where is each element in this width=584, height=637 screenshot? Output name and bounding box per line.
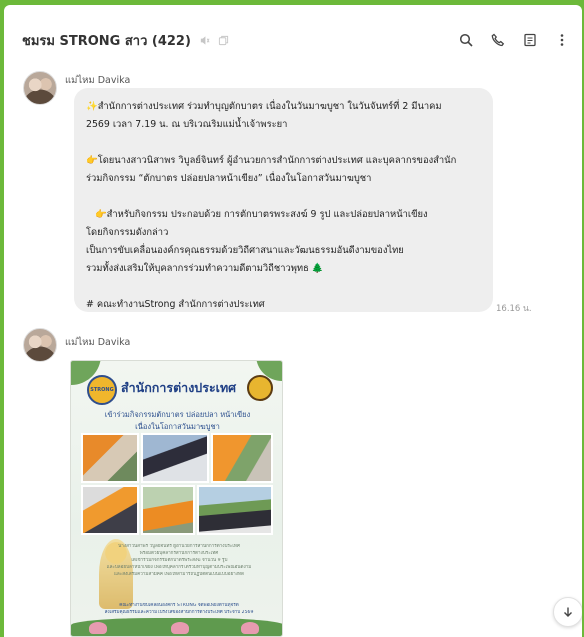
- more-icon[interactable]: [554, 32, 570, 48]
- call-icon[interactable]: [490, 32, 506, 48]
- message-time: 16.16 น.: [496, 304, 532, 314]
- message-line: ร่วมกิจกรรม “ตักบาตร ปล่อยปลาหน้าเขียง” …: [86, 173, 372, 184]
- pointing-hand-icon: 👉: [86, 155, 98, 166]
- message-line: รวมทั้งส่งเสริมให้บุคลากรร่วมทำความดีตาม…: [86, 263, 324, 274]
- search-icon[interactable]: [458, 32, 474, 48]
- avatar[interactable]: [23, 71, 57, 105]
- arrow-down-icon: [564, 607, 572, 617]
- message-line: เป็นการขับเคลื่อนองค์กรคุณธรรมด้วยวิถีศา…: [86, 245, 404, 256]
- message-bubble[interactable]: ✨สำนักการต่างประเทศ ร่วมทำบุญตักบาตร เนื…: [74, 88, 493, 312]
- strong-logo: STRONG: [87, 375, 117, 405]
- chat-window: ชมรม STRONG สาว (422) แม่ไหม Davika ✨สำน…: [4, 5, 582, 637]
- scroll-to-bottom-button[interactable]: [553, 597, 582, 627]
- poster-photo: [211, 433, 273, 483]
- message-line: 👉สำหรับกิจกรรม ประกอบด้วย การตักบาตรพระส…: [94, 209, 428, 220]
- message-line: 👉โดยนางสาวนิสาพร วิบูลย์จินทร์ ผู้อำนวยก…: [86, 155, 457, 166]
- lotus-icon: [171, 622, 189, 634]
- poster-body-line: พร้อมด้วยบุคลากรสำนักการต่างประเทศ: [139, 551, 219, 556]
- poster-photo: [197, 485, 273, 535]
- alms-bowl-icon: [247, 375, 273, 401]
- chat-title: ชมรม STRONG สาว (422): [22, 33, 191, 49]
- message-line: โดยกิจกรรมดังกล่าว: [86, 227, 169, 238]
- poster-body-line: และปล่อยปลาหน้าเขียง เพื่อให้บุคลากรได้ร…: [106, 565, 252, 570]
- poster-photo: [81, 433, 139, 483]
- message-line: # คณะทำงานStrong สำนักการต่างประเทศ: [86, 299, 265, 310]
- lotus-icon: [89, 622, 107, 634]
- chat-header: ชมรม STRONG สาว (422): [4, 5, 582, 75]
- pointing-hand-icon: 👉: [94, 209, 107, 220]
- poster-photo: [141, 485, 195, 535]
- poster-subtitle: เนื่องในโอกาสวันมาฆบูชา: [135, 422, 220, 431]
- avatar[interactable]: [23, 328, 57, 362]
- poster-body-line: และส่งเสริมความสามัคคี เพื่อให้สามารถปฏิ…: [113, 572, 245, 577]
- message-line: 2569 เวลา 7.19 น. ณ บริเวณริมแม่น้ำเจ้าพ…: [86, 119, 288, 130]
- poster-footer-line: ส่งเสริมคุณธรรมและความโปร่งใสของสำนักการ…: [104, 610, 254, 615]
- sparkles-icon: ✨: [86, 101, 98, 112]
- notes-icon[interactable]: [522, 32, 538, 48]
- message-line: ✨สำนักการต่างประเทศ ร่วมทำบุญตักบาตร เนื…: [86, 101, 442, 112]
- copy-link-icon[interactable]: [218, 35, 229, 46]
- poster-body-line: ได้เข้าร่วมกิจกรรมตักบาตรพระสงฆ์ จำนวน 9…: [130, 558, 228, 563]
- poster-footer-line: คณะทำงานขับเคลื่อนองค์กร STRONG จิตพอเพี…: [119, 603, 239, 608]
- poster-photo: [81, 485, 139, 535]
- poster-subtitle: เข้าร่วมกิจกรรมตักบาตร ปล่อยปลา หน้าเขีย…: [104, 410, 251, 419]
- sender-name: แม่ไหม Davika: [65, 337, 131, 348]
- header-actions: [458, 32, 570, 48]
- poster-body-line: นางสาวนิสาพร วิบูลย์จินทร์ ผู้อำนวยการสำ…: [118, 544, 240, 549]
- poster-photo: [141, 433, 209, 483]
- poster-title: สำนักการต่างประเทศ: [121, 380, 237, 395]
- lotus-icon: [241, 622, 259, 634]
- mute-icon[interactable]: [199, 35, 210, 46]
- tree-icon: 🌲: [311, 263, 324, 274]
- sender-name: แม่ไหม Davika: [65, 75, 131, 86]
- image-attachment[interactable]: STRONG สำนักการต่างประเทศ เข้าร่วมกิจกรร…: [70, 360, 283, 637]
